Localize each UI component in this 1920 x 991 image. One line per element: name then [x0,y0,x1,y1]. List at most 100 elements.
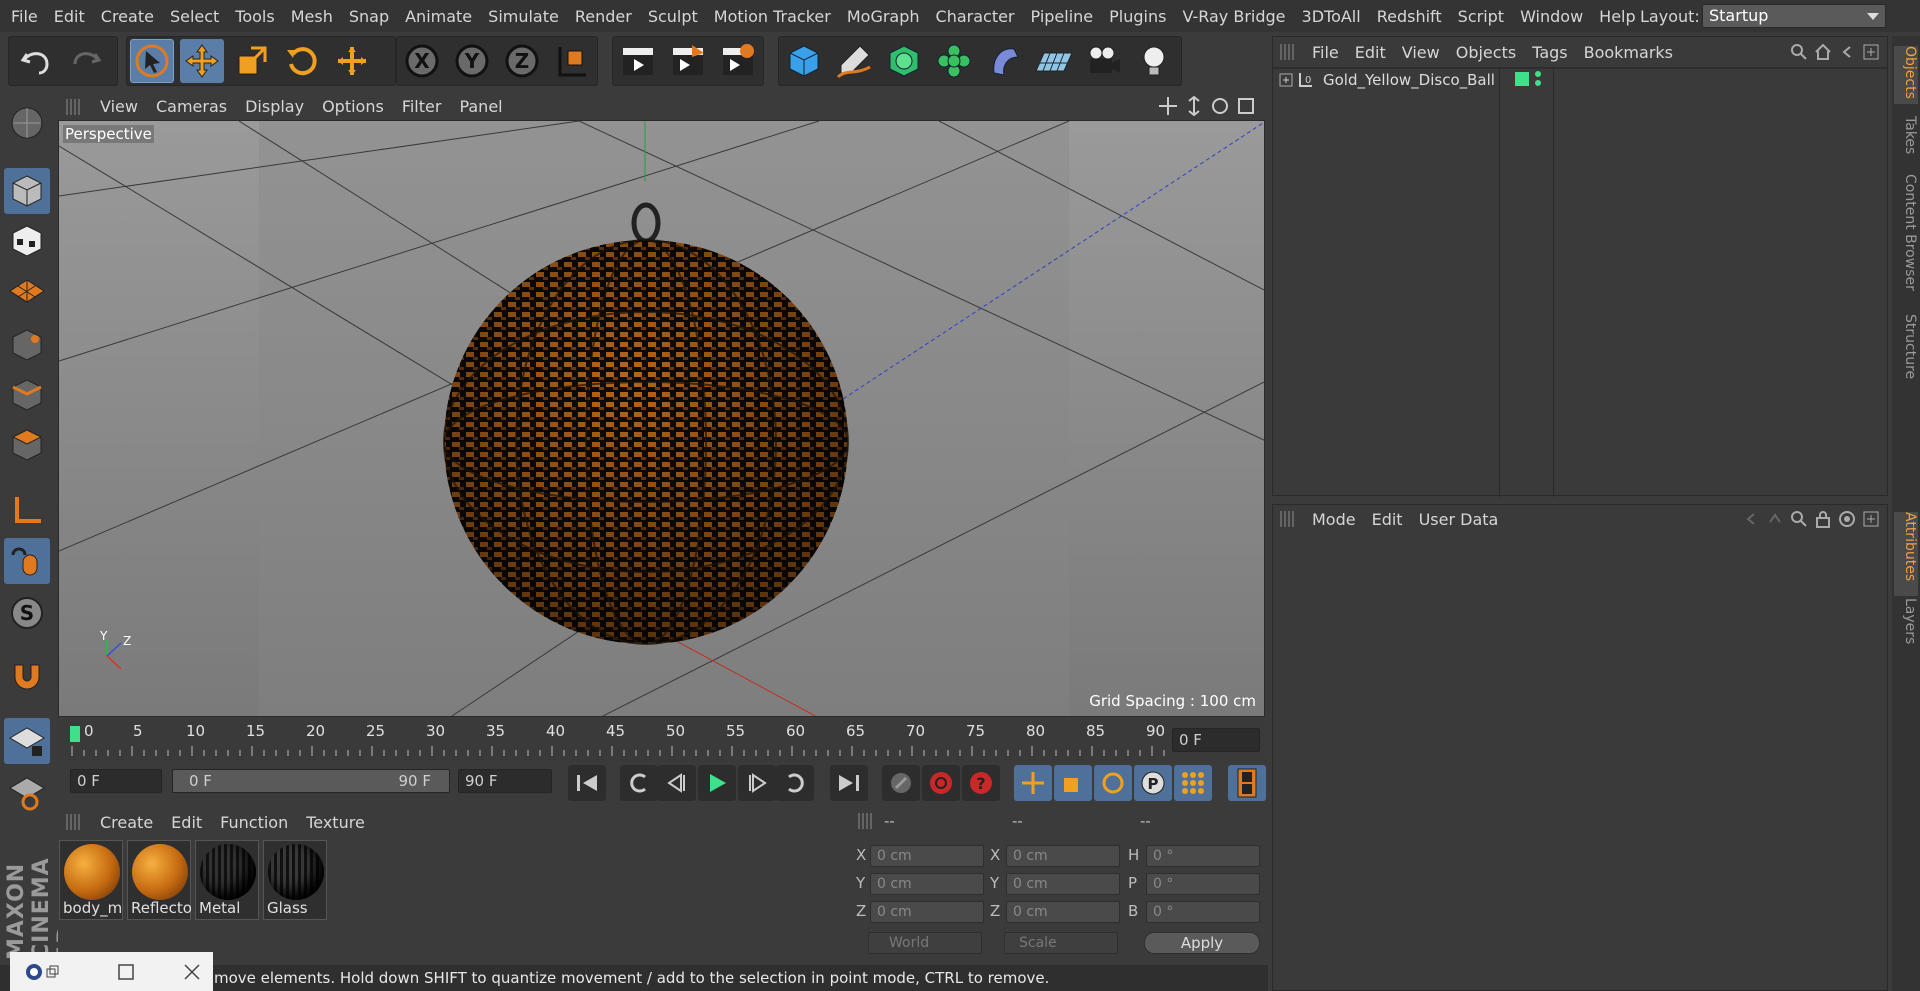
tab-layers[interactable]: Layers [1894,598,1918,658]
menu-tools[interactable]: Tools [230,7,285,26]
material-menu-function[interactable]: Function [220,813,288,832]
polygons-mode-button[interactable] [4,422,50,468]
object-name[interactable]: Gold_Yellow_Disco_Ball [1323,71,1495,89]
material-swatch[interactable]: Reflecto [127,840,191,920]
camera-button[interactable] [1082,39,1126,83]
record-disabled-button[interactable] [882,765,920,801]
new-panel-icon[interactable] [1862,43,1880,61]
search-icon[interactable] [1790,510,1808,528]
current-frame-field[interactable]: 0 F [1172,728,1260,752]
model-mode-button[interactable] [4,168,50,214]
tab-content-browser[interactable]: Content Browser [1894,174,1918,334]
coordinate-system-button[interactable] [550,39,594,83]
go-to-end-button[interactable] [830,765,868,801]
menu-sculpt[interactable]: Sculpt [643,7,709,26]
restore-icon[interactable] [46,965,60,979]
tab-structure[interactable]: Structure [1894,314,1918,394]
menu-redshift[interactable]: Redshift [1372,7,1453,26]
undo-button[interactable] [14,39,58,83]
up-arrow-icon[interactable] [1766,510,1784,528]
menu-select[interactable]: Select [165,7,230,26]
menu-help[interactable]: Help [1594,7,1646,26]
apply-button[interactable]: Apply [1144,932,1260,954]
frame-range-slider[interactable]: 0 F 90 F [172,769,450,793]
viewport-menu-view[interactable]: View [100,97,138,116]
material-swatch[interactable]: Metal [195,840,259,920]
points-mode-button[interactable] [4,322,50,368]
redo-button[interactable] [64,39,108,83]
pen-spline-button[interactable] [832,39,876,83]
size-z-field[interactable]: 0 cm [1006,901,1120,923]
position-z-field[interactable]: 0 cm [870,901,984,923]
next-key-button[interactable] [776,765,814,801]
expand-icon[interactable] [1279,73,1293,87]
rotation-b-field[interactable]: 0 ° [1146,901,1260,923]
material-swatch[interactable]: body_m [59,840,123,920]
tab-attributes[interactable]: Attributes [1894,512,1918,596]
workplane-button[interactable] [4,268,50,314]
tab-takes[interactable]: Takes [1894,116,1918,166]
scale-tool-button[interactable] [230,39,274,83]
play-button[interactable] [698,765,736,801]
lock-icon[interactable] [1814,510,1832,528]
menu-mograph[interactable]: MoGraph [842,7,931,26]
zoom-icon[interactable] [1184,96,1204,116]
menu-window[interactable]: Window [1515,7,1594,26]
object-menu-file[interactable]: File [1312,43,1339,62]
position-y-field[interactable]: 0 cm [870,873,984,895]
viewport-menu-options[interactable]: Options [322,97,384,116]
make-editable-button[interactable] [4,100,50,146]
end-frame-field[interactable]: 90 F [458,769,552,793]
search-icon[interactable] [1790,43,1808,61]
viewport-menu-cameras[interactable]: Cameras [156,97,227,116]
menu-mesh[interactable]: Mesh [286,7,344,26]
size-y-field[interactable]: 0 cm [1006,873,1120,895]
attr-menu-user-data[interactable]: User Data [1419,510,1499,529]
menu-animate[interactable]: Animate [400,7,483,26]
close-icon[interactable] [184,964,200,980]
texture-mode-button[interactable] [4,218,50,264]
key-position-button[interactable] [1014,765,1052,801]
x-axis-button[interactable]: X [400,39,444,83]
menu-simulate[interactable]: Simulate [483,7,570,26]
next-frame-button[interactable] [738,765,776,801]
object-menu-objects[interactable]: Objects [1456,43,1516,62]
key-parameter-button[interactable]: P [1134,765,1172,801]
previous-key-button[interactable] [620,765,658,801]
maximize-icon[interactable] [118,964,134,980]
menu-3dtoall[interactable]: 3DToAll [1297,7,1372,26]
scale-select[interactable]: Scale [1004,932,1118,954]
key-scale-button[interactable] [1054,765,1092,801]
viewport-menu-panel[interactable]: Panel [459,97,502,116]
go-to-start-button[interactable] [568,765,606,801]
material-menu-create[interactable]: Create [100,813,153,832]
y-axis-button[interactable]: Y [450,39,494,83]
locked-workplane-button[interactable] [4,718,50,764]
record-active-objects-button[interactable] [922,765,960,801]
menu-plugins[interactable]: Plugins [1104,7,1177,26]
edges-mode-button[interactable] [4,372,50,418]
timeline-button[interactable] [1228,765,1266,801]
menu-script[interactable]: Script [1453,7,1515,26]
deformer-button[interactable] [982,39,1026,83]
back-arrow-icon[interactable] [1742,510,1760,528]
subdivision-surface-button[interactable] [882,39,926,83]
z-axis-button[interactable]: Z [500,39,544,83]
pan-icon[interactable] [1158,96,1178,116]
layer-color-swatch[interactable] [1515,72,1529,86]
render-picture-viewer-button[interactable] [666,39,710,83]
menu-render[interactable]: Render [570,7,643,26]
planar-workplane-button[interactable] [4,770,50,816]
render-view-button[interactable] [616,39,660,83]
cube-button[interactable] [782,39,826,83]
tab-objects[interactable]: Objects [1894,46,1918,104]
start-frame-field[interactable]: 0 F [70,769,162,793]
menu-snap[interactable]: Snap [344,7,400,26]
menu-create[interactable]: Create [96,7,165,26]
rotate-tool-button[interactable] [280,39,324,83]
material-menu-edit[interactable]: Edit [171,813,202,832]
orbit-icon[interactable] [1210,96,1230,116]
material-menu-texture[interactable]: Texture [306,813,365,832]
solo-button[interactable]: S [4,590,50,636]
menu-motion-tracker[interactable]: Motion Tracker [709,7,842,26]
